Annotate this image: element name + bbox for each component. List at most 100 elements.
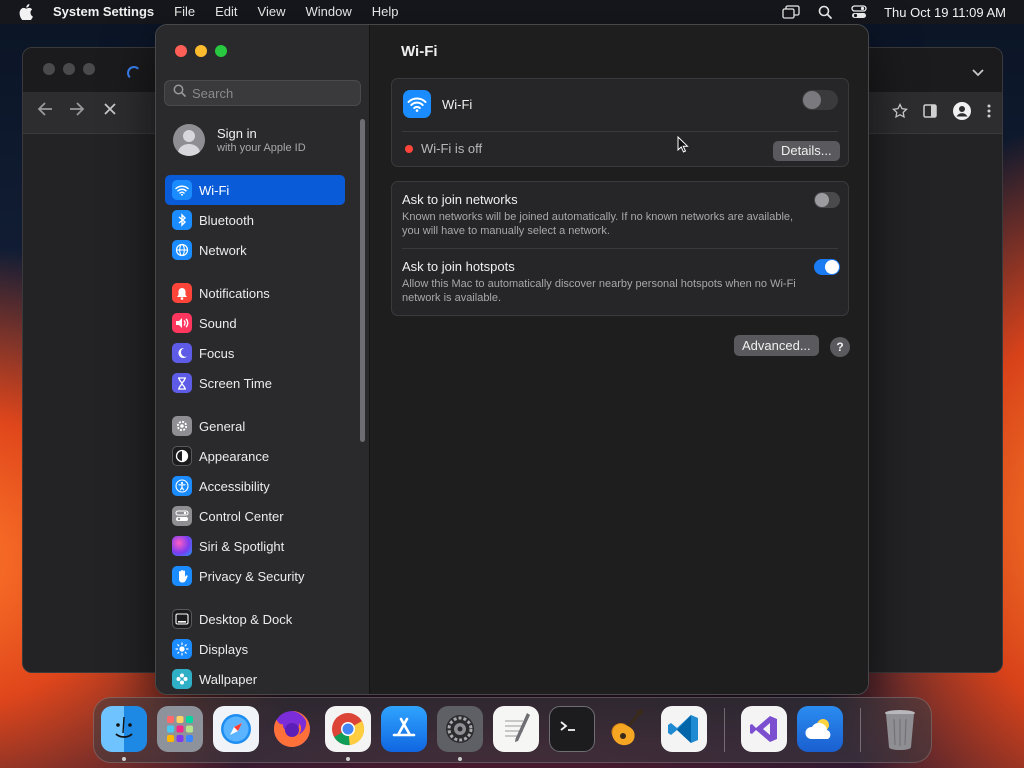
sidebar-item-label: Desktop & Dock bbox=[199, 611, 293, 627]
accessibility-icon bbox=[172, 476, 192, 496]
search-input[interactable] bbox=[192, 85, 352, 101]
running-indicator bbox=[122, 757, 126, 761]
menu-edit[interactable]: Edit bbox=[205, 0, 247, 24]
sidebar-item-siri-spotlight[interactable]: Siri & Spotlight bbox=[165, 531, 345, 561]
side-panel-icon[interactable] bbox=[922, 103, 938, 124]
sidebar-item-sound[interactable]: Sound bbox=[165, 308, 345, 338]
sidebar-item-control-center[interactable]: Control Center bbox=[165, 501, 345, 531]
sidebar-item-notifications[interactable]: Notifications bbox=[165, 278, 345, 308]
firefox-app-icon[interactable] bbox=[269, 706, 315, 752]
screen-mirroring-icon[interactable] bbox=[774, 0, 808, 24]
sidebar-item-label: Sound bbox=[199, 315, 237, 331]
wifi-label: Wi-Fi bbox=[442, 97, 473, 112]
sidebar-item-accessibility[interactable]: Accessibility bbox=[165, 471, 345, 501]
back-arrow-icon[interactable] bbox=[37, 102, 53, 121]
menu-file[interactable]: File bbox=[164, 0, 205, 24]
speaker-icon bbox=[172, 313, 192, 333]
ask-join-hotspots-description: Allow this Mac to automatically discover… bbox=[402, 278, 796, 304]
details-button[interactable]: Details... bbox=[773, 141, 840, 161]
textedit-app-icon[interactable] bbox=[493, 706, 539, 752]
finder-app-icon[interactable] bbox=[101, 706, 147, 752]
apple-id-sign-in[interactable]: Sign in with your Apple ID bbox=[173, 124, 306, 156]
ask-join-networks-toggle[interactable] bbox=[814, 192, 840, 208]
zoom-window-button[interactable] bbox=[215, 45, 227, 57]
menu-window[interactable]: Window bbox=[295, 0, 361, 24]
menu-clock[interactable]: Thu Oct 19 11:09 AM bbox=[876, 5, 1024, 20]
sidebar-item-privacy-security[interactable]: Privacy & Security bbox=[165, 561, 345, 591]
apple-logo-icon[interactable] bbox=[0, 0, 52, 24]
sidebar-item-displays[interactable]: Displays bbox=[165, 634, 345, 664]
garageband-app-icon[interactable] bbox=[605, 706, 651, 752]
bell-icon bbox=[172, 283, 192, 303]
sidebar-item-wallpaper[interactable]: Wallpaper bbox=[165, 664, 345, 694]
weather-app-icon[interactable] bbox=[797, 706, 843, 752]
wifi-icon bbox=[403, 90, 431, 118]
card-divider bbox=[402, 248, 838, 249]
sidebar-item-label: Bluetooth bbox=[199, 212, 254, 228]
search-icon bbox=[173, 84, 186, 102]
sidebar-item-label: General bbox=[199, 418, 246, 434]
sidebar-item-label: Wallpaper bbox=[199, 671, 258, 687]
wifi-power-toggle[interactable] bbox=[802, 90, 838, 110]
terminal-app-icon[interactable] bbox=[549, 706, 595, 752]
wifi-icon bbox=[172, 180, 192, 200]
forward-arrow-icon[interactable] bbox=[69, 102, 85, 121]
gear-icon bbox=[172, 416, 192, 436]
sidebar-search-field[interactable] bbox=[164, 80, 361, 106]
menu-app-name[interactable]: System Settings bbox=[52, 0, 164, 24]
moon-icon bbox=[172, 343, 192, 363]
siri-icon bbox=[172, 536, 192, 556]
bookmark-star-icon[interactable] bbox=[892, 102, 908, 124]
close-window-button[interactable] bbox=[175, 45, 187, 57]
browser-toolbar-actions bbox=[892, 101, 992, 126]
dock-separator bbox=[724, 708, 725, 752]
help-button[interactable]: ? bbox=[830, 337, 850, 357]
tab-list-chevron-icon[interactable] bbox=[972, 64, 984, 82]
ask-join-hotspots-title: Ask to join hotspots bbox=[402, 259, 515, 274]
control-center-icon[interactable] bbox=[842, 0, 876, 24]
sidebar-item-label: Focus bbox=[199, 345, 235, 361]
wifi-preferences-card: Ask to join networks Known networks will… bbox=[391, 181, 849, 316]
system-settings-app-icon[interactable] bbox=[437, 706, 483, 752]
sidebar-item-screen-time[interactable]: Screen Time bbox=[165, 368, 345, 398]
sidebar-item-label: Accessibility bbox=[199, 478, 270, 494]
visual-studio-app-icon[interactable] bbox=[741, 706, 787, 752]
ask-join-networks-description: Known networks will be joined automatica… bbox=[402, 211, 794, 237]
sidebar-item-wifi[interactable]: Wi-Fi bbox=[165, 175, 345, 205]
minimize-window-button[interactable] bbox=[195, 45, 207, 57]
sidebar-item-desktop-dock[interactable]: Desktop & Dock bbox=[165, 604, 345, 634]
advanced-button[interactable]: Advanced... bbox=[734, 335, 819, 356]
sun-icon bbox=[172, 639, 192, 659]
sidebar-item-network[interactable]: Network bbox=[165, 235, 345, 265]
sidebar-scrollbar[interactable] bbox=[360, 119, 365, 442]
dock bbox=[93, 697, 932, 763]
menu-view[interactable]: View bbox=[248, 0, 296, 24]
sidebar-item-label: Siri & Spotlight bbox=[199, 538, 285, 554]
launchpad-app-icon[interactable] bbox=[157, 706, 203, 752]
sidebar-item-general[interactable]: General bbox=[165, 411, 345, 441]
profile-icon[interactable] bbox=[952, 101, 972, 126]
wifi-power-card: Wi-Fi Wi-Fi is off Details... bbox=[391, 78, 849, 167]
stop-loading-icon[interactable] bbox=[103, 102, 117, 121]
sidebar-item-focus[interactable]: Focus bbox=[165, 338, 345, 368]
spotlight-search-icon[interactable] bbox=[808, 0, 842, 24]
avatar-icon bbox=[173, 124, 205, 156]
trash-app-icon[interactable] bbox=[877, 706, 923, 752]
tab-loading-icon bbox=[127, 66, 141, 80]
wifi-status-indicator bbox=[405, 145, 413, 153]
page-title: Wi-Fi bbox=[401, 43, 438, 60]
browser-menu-icon[interactable] bbox=[986, 103, 992, 124]
appearance-icon bbox=[172, 446, 192, 466]
dock-icon bbox=[172, 609, 192, 629]
chrome-app-icon[interactable] bbox=[325, 706, 371, 752]
sidebar-item-label: Privacy & Security bbox=[199, 568, 305, 584]
ask-join-hotspots-toggle[interactable] bbox=[814, 259, 840, 275]
sidebar-item-label: Network bbox=[199, 242, 247, 258]
menu-help[interactable]: Help bbox=[362, 0, 409, 24]
sidebar-item-label: Displays bbox=[199, 641, 249, 657]
safari-app-icon[interactable] bbox=[213, 706, 259, 752]
vscode-app-icon[interactable] bbox=[661, 706, 707, 752]
sidebar-item-appearance[interactable]: Appearance bbox=[165, 441, 345, 471]
sidebar-item-bluetooth[interactable]: Bluetooth bbox=[165, 205, 345, 235]
app-store-app-icon[interactable] bbox=[381, 706, 427, 752]
